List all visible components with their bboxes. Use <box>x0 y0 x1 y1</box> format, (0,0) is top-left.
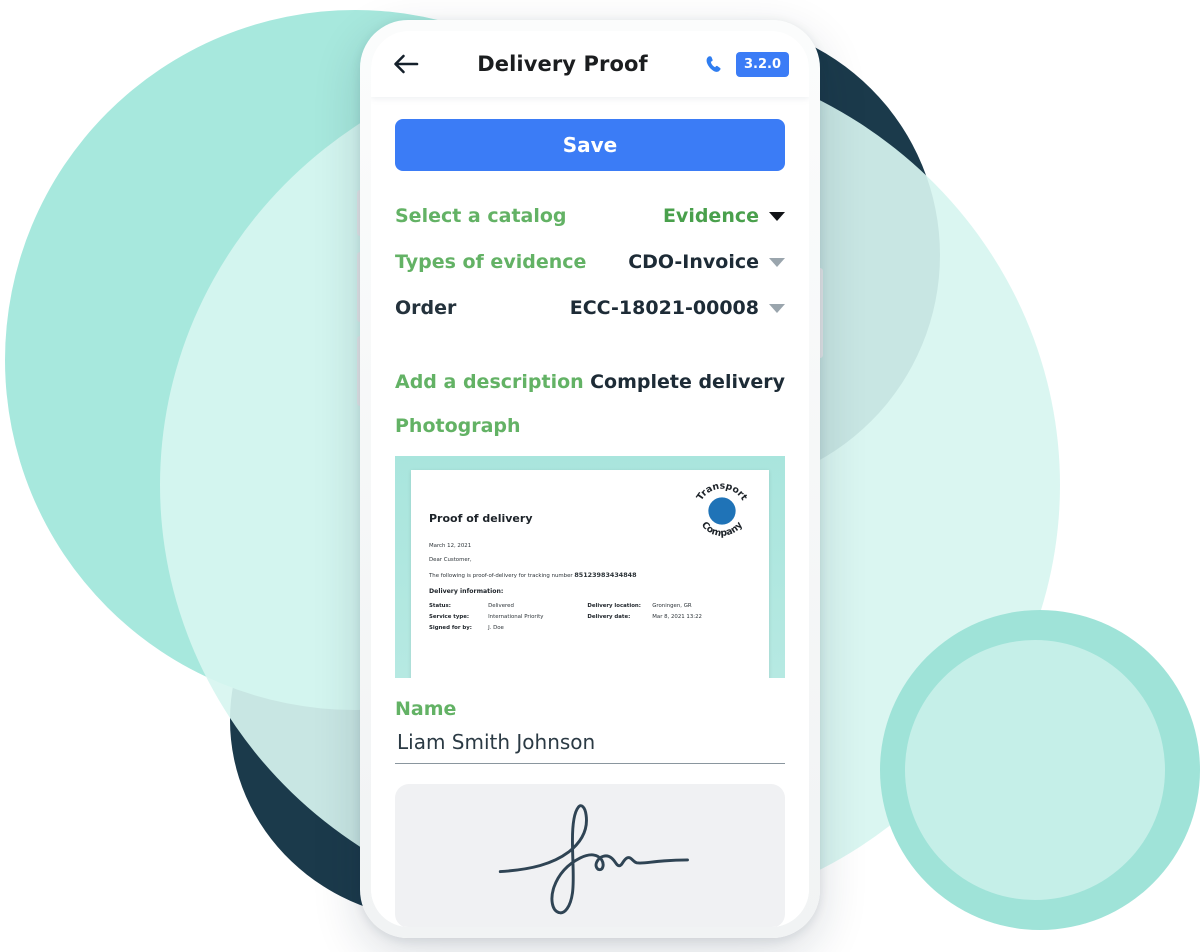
delivery-information-table: Status: Delivered Delivery location: Gro… <box>429 600 751 634</box>
field-value-order: ECC-18021-00008 <box>569 297 759 319</box>
document-tracking-number: 85123983434848 <box>574 570 637 579</box>
app-header: Delivery Proof 3.2.0 <box>371 31 809 97</box>
field-label-catalog: Select a catalog <box>395 205 567 227</box>
table-row: Status: Delivered Delivery location: Gro… <box>429 600 751 611</box>
chevron-down-icon <box>769 211 785 221</box>
row-value2 <box>652 623 751 634</box>
row-key2: Delivery location: <box>587 602 641 609</box>
document-salutation: Dear Customer, <box>429 556 472 563</box>
transport-company-logo-icon: Transport Company <box>695 481 750 539</box>
field-select-catalog[interactable]: Select a catalog Evidence <box>395 197 785 235</box>
chevron-down-icon <box>769 257 785 267</box>
field-value-wrap-order: ECC-18021-00008 <box>570 297 785 319</box>
back-button[interactable] <box>391 49 421 79</box>
row-key: Status: <box>429 602 451 609</box>
phone-call-button[interactable] <box>704 53 726 75</box>
phone-frame: Delivery Proof 3.2.0 Save Select a catal… <box>360 20 820 938</box>
photograph-preview[interactable]: Transport Company Proof of delivery Marc… <box>395 456 785 678</box>
table-row: Service type: International Priority Del… <box>429 611 751 622</box>
field-value-catalog: Evidence <box>662 205 759 227</box>
field-order[interactable]: Order ECC-18021-00008 <box>395 289 785 327</box>
row-key: Signed for by: <box>429 625 472 632</box>
row-value: International Priority <box>488 614 544 621</box>
phone-call-icon <box>707 55 722 72</box>
version-badge: 3.2.0 <box>735 51 789 77</box>
field-types-of-evidence[interactable]: Types of evidence CDO-Invoice <box>395 243 785 281</box>
document-section-title: Delivery information: <box>429 588 504 596</box>
page-title: Delivery Proof <box>477 52 648 76</box>
proof-of-delivery-document: Transport Company Proof of delivery Marc… <box>411 470 769 678</box>
delivery-information-body: Status: Delivered Delivery location: Gro… <box>429 600 751 634</box>
field-label-photograph: Photograph <box>395 415 521 437</box>
field-label-evidence-type: Types of evidence <box>395 251 587 273</box>
row-key2: Delivery date: <box>587 614 631 621</box>
arrow-left-icon <box>394 54 419 74</box>
signature-stroke-icon <box>498 804 689 915</box>
name-input[interactable] <box>395 726 785 764</box>
field-value-wrap-catalog: Evidence <box>663 205 785 227</box>
field-label-description: Add a description <box>395 371 584 393</box>
document-meta: March 12, 2021 Dear Customer, The follow… <box>429 543 751 579</box>
chevron-down-icon <box>769 303 785 313</box>
document-date: March 12, 2021 <box>429 543 472 549</box>
field-label-order: Order <box>395 297 457 319</box>
signature-pad[interactable] <box>395 784 785 927</box>
row-key: Service type: <box>429 614 470 621</box>
document-intro-line: The following is proof-of-delivery for t… <box>429 571 751 580</box>
field-label-name: Name <box>395 698 457 720</box>
row-key2 <box>587 623 652 634</box>
document-intro-text: The following is proof-of-delivery for t… <box>429 572 573 579</box>
form-content: Save Select a catalog Evidence Types of … <box>371 97 809 927</box>
app-header-actions: 3.2.0 <box>704 51 789 77</box>
row-value: J. Doe <box>488 625 504 632</box>
table-row: Signed for by: J. Doe <box>429 623 751 634</box>
field-value-description: Complete delivery <box>590 371 785 393</box>
field-description[interactable]: Add a description Complete delivery <box>395 371 785 393</box>
field-value-evidence-type: CDO-Invoice <box>628 251 759 273</box>
page-root: Delivery Proof 3.2.0 Save Select a catal… <box>0 0 1201 952</box>
save-button[interactable]: Save <box>395 119 785 171</box>
phone-screen: Delivery Proof 3.2.0 Save Select a catal… <box>371 31 809 927</box>
row-value: Delivered <box>488 602 514 609</box>
decorative-teal-circle-small-overlay <box>905 640 1165 900</box>
field-value-wrap-evidence-type: CDO-Invoice <box>628 251 785 273</box>
row-value2: Groningen, GR <box>652 602 692 609</box>
row-value2: Mar 8, 2021 13:22 <box>652 614 702 621</box>
